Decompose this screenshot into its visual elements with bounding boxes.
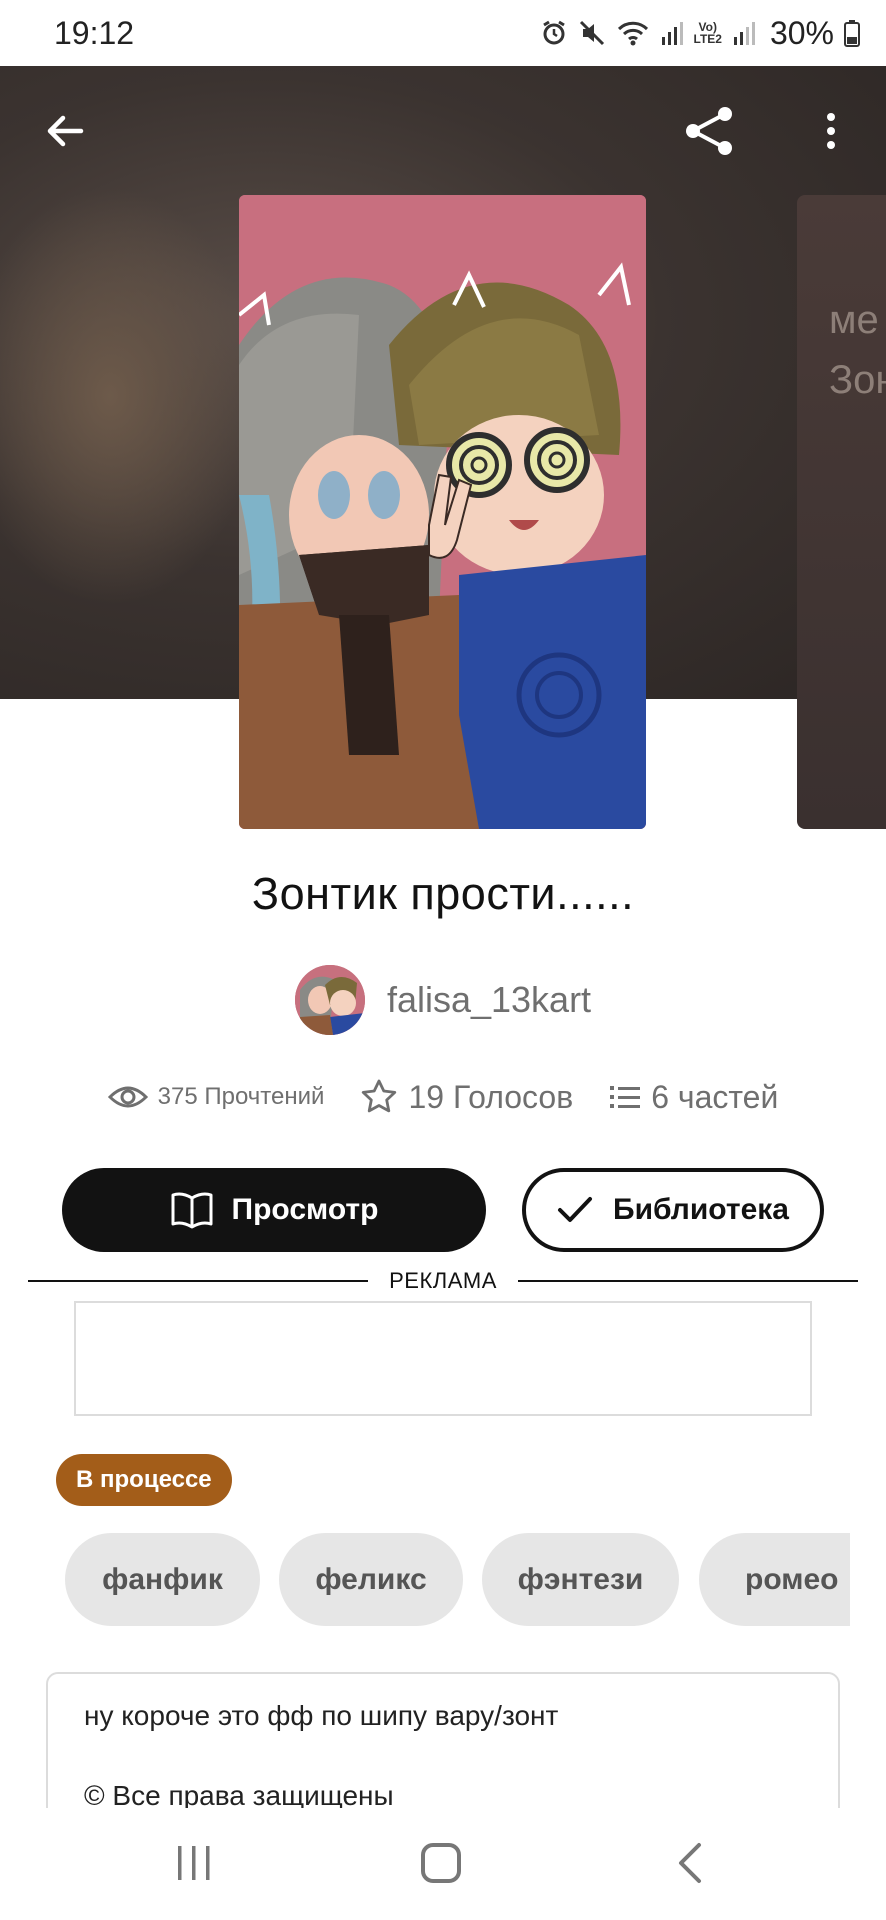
chevron-left-icon (679, 1843, 701, 1883)
recents-button[interactable] (164, 1838, 224, 1888)
action-buttons: Просмотр Библиотека (62, 1168, 824, 1252)
wifi-icon (616, 19, 650, 47)
tag-chip[interactable]: фанфик (65, 1533, 260, 1626)
tag-chip[interactable]: феликс (279, 1533, 463, 1626)
tag-chip[interactable]: фэнтези (482, 1533, 679, 1626)
alarm-icon (540, 19, 568, 47)
star-icon (362, 1079, 397, 1113)
story-stats: 375 Прочтений 19 Голосов 6 частей (0, 1072, 886, 1122)
library-button[interactable]: Библиотека (522, 1168, 824, 1252)
ad-label: РЕКЛАМА (389, 1268, 497, 1293)
divider-line (28, 1280, 368, 1282)
more-vertical-icon (827, 113, 835, 149)
battery-percent: 30% (769, 14, 834, 51)
votes-stat: 19 Голосов (360, 1078, 573, 1116)
signal-icon (732, 19, 756, 47)
description-text: ну короче это фф по шипу вару/зонт (84, 1700, 559, 1731)
system-nav-bar (0, 1808, 886, 1920)
status-time: 19:12 (54, 14, 135, 51)
home-button[interactable] (411, 1838, 471, 1888)
list-icon (610, 1086, 641, 1108)
read-button-label: Просмотр (231, 1193, 379, 1226)
system-back-button[interactable] (660, 1838, 720, 1888)
cover-illustration (239, 195, 646, 829)
tags-row: фанфик феликс фэнтези ромео (65, 1533, 850, 1626)
status-icons: Vo) LTE2 30% (540, 14, 860, 52)
author-name[interactable]: falisa_13kart (387, 979, 591, 1021)
library-button-label: Библиотека (613, 1193, 789, 1226)
eye-icon (107, 1086, 148, 1108)
parts-count: 6 частей (651, 1078, 779, 1115)
book-icon (171, 1192, 213, 1229)
battery-icon (844, 19, 860, 47)
next-cover-title: ме Зон (829, 298, 886, 402)
reads-stat: 375 Прочтений (107, 1083, 325, 1111)
share-button[interactable] (674, 96, 744, 166)
ad-slot[interactable] (74, 1301, 812, 1416)
ad-divider: РЕКЛАМА (28, 1268, 858, 1298)
author-avatar[interactable] (294, 965, 365, 1035)
home-icon (421, 1843, 461, 1883)
backdrop-blur (0, 186, 260, 606)
top-navigation (0, 66, 886, 196)
recents-icon (178, 1846, 210, 1880)
back-button[interactable] (30, 96, 100, 166)
status-bar: 19:12 Vo) LTE2 30% (0, 0, 886, 66)
signal-icon (660, 19, 684, 47)
more-options-button[interactable] (796, 96, 866, 166)
back-arrow-icon (47, 115, 84, 147)
tag-chip[interactable]: ромео (699, 1533, 850, 1626)
story-details-page: 19:12 Vo) LTE2 30% ме Зо Зонтик прости..… (0, 0, 886, 1920)
story-title: Зонтик прости...... (251, 868, 635, 919)
divider-line (518, 1280, 858, 1282)
next-story-cover[interactable]: ме Зон (797, 195, 886, 829)
story-cover[interactable] (239, 195, 646, 829)
share-icon (686, 107, 732, 155)
mute-icon (578, 19, 606, 47)
reads-count: 375 Прочтений (157, 1083, 325, 1110)
volte-icon: Vo) LTE2 (693, 20, 722, 46)
author-row[interactable]: falisa_13kart (0, 965, 886, 1035)
checkmark-icon (558, 1197, 593, 1222)
read-button[interactable]: Просмотр (62, 1168, 486, 1252)
parts-stat: 6 частей (609, 1079, 778, 1116)
votes-count: 19 Голосов (408, 1078, 574, 1115)
status-badge: В процессе (56, 1454, 232, 1506)
network-label: LTE2 (693, 32, 722, 46)
